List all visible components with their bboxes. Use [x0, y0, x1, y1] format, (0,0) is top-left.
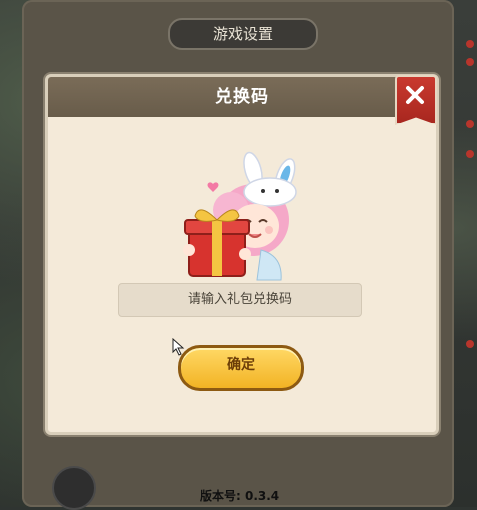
notification-dot — [466, 340, 474, 348]
notification-dot — [466, 120, 474, 128]
notification-dot — [466, 58, 474, 66]
character-illustration — [183, 151, 297, 281]
close-button[interactable] — [395, 75, 437, 125]
dialog-title: 兑换码 — [215, 87, 269, 107]
settings-title: 游戏设置 — [168, 18, 318, 50]
notification-dot — [466, 40, 474, 48]
redeem-code-input[interactable]: 请输入礼包兑换码 — [118, 283, 362, 317]
version-label: 版本号: 0.3.4 — [200, 489, 280, 503]
close-icon — [406, 86, 424, 104]
cursor-icon — [172, 338, 185, 356]
notification-dot — [466, 150, 474, 158]
avatar[interactable] — [52, 466, 96, 510]
confirm-button[interactable]: 确定 — [178, 345, 304, 391]
